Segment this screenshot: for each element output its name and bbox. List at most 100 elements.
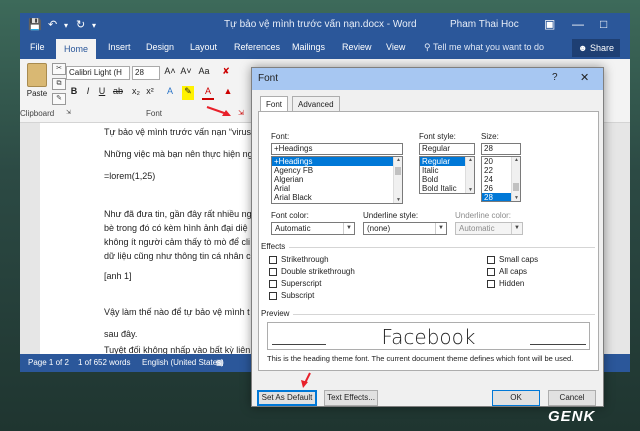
grow-font-icon[interactable]: A˄ [164, 66, 176, 80]
strikethrough-icon[interactable]: ab [112, 86, 124, 100]
font-color-icon[interactable]: A [202, 86, 214, 100]
font-name-combobox[interactable]: Calibri Light (H [66, 66, 130, 80]
word-count[interactable]: 1 of 652 words [78, 358, 130, 367]
share-button[interactable]: ☻ Share [572, 39, 620, 57]
size-list[interactable]: 20 22 24 26 28 ▲ ▼ [481, 156, 521, 202]
cut-icon[interactable]: ✂ [52, 63, 66, 75]
effects-divider [289, 247, 595, 248]
document-title: Tự bảo vệ mình trước vấn nạn.docx - Word [224, 19, 417, 30]
help-icon[interactable]: ? [552, 72, 558, 83]
save-icon[interactable]: 💾 [28, 18, 42, 31]
page-count[interactable]: Page 1 of 2 [28, 358, 69, 367]
small-caps-checkbox[interactable]: Small caps [487, 255, 538, 264]
doc-line: không ít người cảm thấy tò mò để cli [104, 237, 250, 247]
change-case-icon[interactable]: Aa [198, 66, 210, 80]
scroll-up-icon[interactable]: ▲ [394, 157, 402, 163]
ok-button[interactable]: OK [492, 390, 540, 406]
font-input[interactable]: +Headings [271, 143, 403, 155]
underline-icon[interactable]: U [96, 86, 108, 100]
user-name[interactable]: Pham Thai Hoc [450, 19, 519, 30]
list-item[interactable]: Algerian [272, 175, 402, 184]
change-styles-icon[interactable]: ▲ [222, 86, 234, 100]
bold-icon[interactable]: B [68, 86, 80, 100]
maximize-icon[interactable]: □ [600, 17, 607, 31]
genk-watermark-logo: GENK [548, 408, 596, 425]
tab-design[interactable]: Design [146, 42, 174, 52]
tab-mailings[interactable]: Mailings [292, 42, 325, 52]
tab-review[interactable]: Review [342, 42, 372, 52]
tell-me-search[interactable]: ⚲ Tell me what you want to do [424, 42, 544, 53]
minimize-icon[interactable]: — [572, 17, 584, 31]
checkbox-box[interactable] [269, 291, 277, 300]
italic-icon[interactable]: I [82, 86, 94, 100]
underline-style-value: (none) [367, 224, 391, 233]
strikethrough-checkbox[interactable]: Strikethrough [269, 255, 329, 264]
cancel-button[interactable]: Cancel [548, 390, 596, 406]
undo-icon[interactable]: ↶ [48, 18, 57, 31]
document-page[interactable]: Tự bảo vệ mình trước vấn nạn “virus Nhữn… [40, 123, 260, 354]
redo-icon[interactable]: ↻ [76, 18, 85, 31]
scroll-down-icon[interactable]: ▼ [394, 197, 402, 203]
tab-advanced[interactable]: Advanced [292, 96, 340, 112]
subscript-checkbox[interactable]: Subscript [269, 291, 314, 300]
scroll-thumb[interactable] [513, 183, 519, 191]
clear-formatting-icon[interactable]: ✘ [220, 66, 232, 80]
font-list[interactable]: +Headings Agency FB Algerian Arial Arial… [271, 156, 403, 204]
customize-toolbar-icon[interactable]: ▾ [92, 21, 96, 30]
tab-file[interactable]: File [30, 42, 45, 52]
text-effects-button[interactable]: Text Effects... [324, 390, 378, 406]
style-list-scrollbar[interactable]: ▲ ▼ [465, 157, 474, 193]
text-effects-icon[interactable]: A [164, 86, 176, 100]
font-list-scrollbar[interactable]: ▲ ▼ [393, 157, 402, 203]
clipboard-launcher-icon[interactable]: ⇲ [66, 109, 71, 116]
tab-home[interactable]: Home [56, 39, 96, 59]
scroll-thumb[interactable] [395, 167, 401, 175]
language[interactable]: English (United States) [142, 358, 224, 367]
scroll-up-icon[interactable]: ▲ [466, 157, 474, 163]
list-item[interactable]: Arial [272, 184, 402, 193]
list-item[interactable]: Arial Black [272, 193, 402, 202]
tab-references[interactable]: References [234, 42, 280, 52]
checkbox-label: All caps [499, 267, 528, 276]
size-input[interactable]: 28 [481, 143, 521, 155]
font-size-combobox[interactable]: 28 [132, 66, 160, 80]
undo-dropdown-icon[interactable]: ▾ [64, 21, 68, 30]
all-caps-checkbox[interactable]: All caps [487, 267, 527, 276]
scroll-down-icon[interactable]: ▼ [512, 195, 520, 201]
tab-view[interactable]: View [386, 42, 405, 52]
font-style-list[interactable]: Regular Italic Bold Bold Italic ▲ ▼ [419, 156, 475, 194]
tab-insert[interactable]: Insert [108, 42, 131, 52]
tab-layout[interactable]: Layout [190, 42, 217, 52]
checkbox-box[interactable] [487, 255, 495, 264]
superscript-checkbox[interactable]: Superscript [269, 279, 321, 288]
chevron-down-icon: ▼ [511, 223, 522, 234]
close-icon[interactable]: ✕ [580, 71, 589, 84]
copy-icon[interactable]: ⧉ [52, 78, 66, 90]
proofing-icon[interactable]: ▦ [216, 358, 224, 367]
hidden-checkbox[interactable]: Hidden [487, 279, 524, 288]
checkbox-box[interactable] [269, 267, 277, 276]
font-color-dropdown[interactable]: Automatic ▼ [271, 222, 355, 235]
checkbox-box[interactable] [269, 255, 277, 264]
checkbox-box[interactable] [269, 279, 277, 288]
checkbox-box[interactable] [487, 267, 495, 276]
paste-button[interactable]: Paste [22, 61, 52, 107]
highlight-icon[interactable]: ✎ [182, 86, 194, 100]
list-item[interactable]: Agency FB [272, 166, 402, 175]
scroll-up-icon[interactable]: ▲ [512, 157, 520, 163]
tab-font[interactable]: Font [260, 96, 289, 112]
scroll-down-icon[interactable]: ▼ [466, 187, 474, 193]
list-item[interactable]: +Headings [272, 157, 402, 166]
shrink-font-icon[interactable]: A˅ [180, 66, 192, 80]
superscript-icon[interactable]: x² [144, 86, 156, 100]
ribbon-options-icon[interactable]: ▣ [544, 17, 555, 31]
subscript-icon[interactable]: x₂ [130, 86, 142, 100]
checkbox-box[interactable] [487, 279, 495, 288]
font-dialog-launcher-icon[interactable]: ⇲ [238, 109, 244, 117]
double-strikethrough-checkbox[interactable]: Double strikethrough [269, 267, 355, 276]
underline-style-dropdown[interactable]: (none) ▼ [363, 222, 447, 235]
font-style-input[interactable]: Regular [419, 143, 475, 155]
set-as-default-button[interactable]: Set As Default [257, 390, 317, 406]
format-painter-icon[interactable]: ✎ [52, 93, 66, 105]
size-list-scrollbar[interactable]: ▲ ▼ [511, 157, 520, 201]
